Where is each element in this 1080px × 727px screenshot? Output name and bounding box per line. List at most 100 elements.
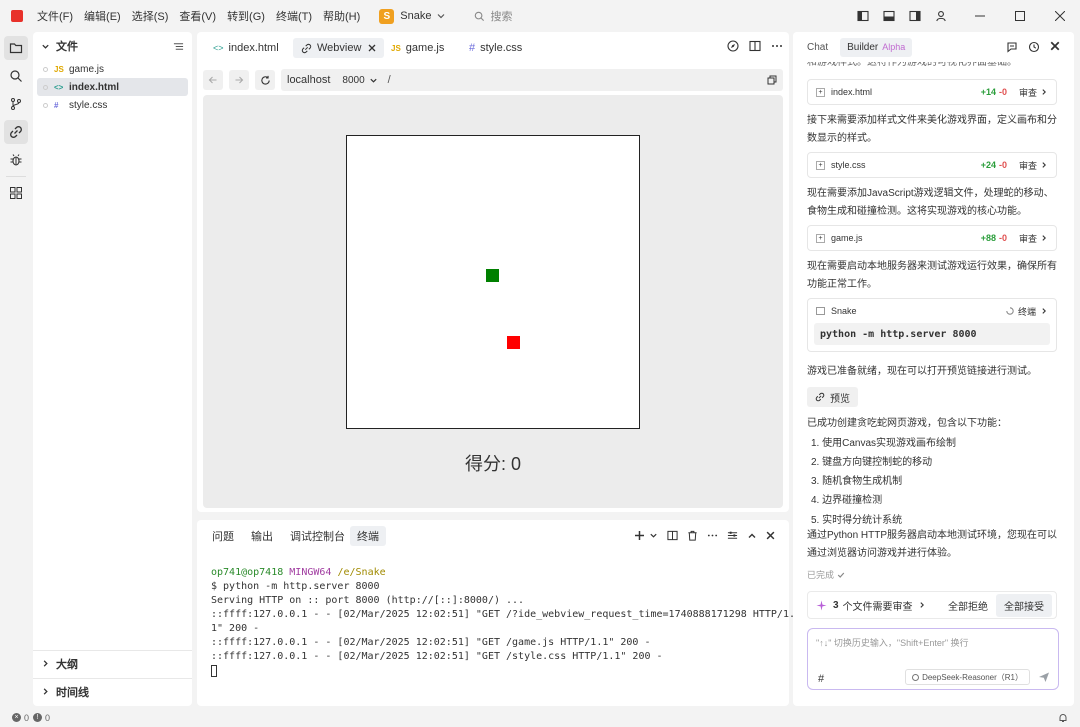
copy-icon[interactable] xyxy=(767,75,777,85)
toggle-sidebar-button[interactable] xyxy=(850,3,876,29)
file-change-card[interactable]: + game.js +88 -0 审查 xyxy=(807,225,1057,251)
model-name: DeepSeek-Reasoner（R1） xyxy=(922,672,1023,682)
chat-text: 已成功创建贪吃蛇网页游戏，包含以下功能： xyxy=(807,418,1007,429)
file-style-css[interactable]: # style.css xyxy=(37,96,188,114)
tab-webview[interactable]: Webview xyxy=(293,38,385,58)
back-button[interactable] xyxy=(203,70,223,90)
url-bar[interactable]: localhost 8000 / xyxy=(281,69,783,91)
menu-edit[interactable]: 编辑(E) xyxy=(84,8,121,24)
close-icon[interactable] xyxy=(368,44,376,52)
url-path[interactable]: / xyxy=(388,74,391,86)
port-select[interactable]: 8000 xyxy=(342,75,364,86)
toggle-panel-button[interactable] xyxy=(876,3,902,29)
window-controls xyxy=(850,0,1080,32)
activity-extensions[interactable] xyxy=(4,181,28,205)
terminal-prompt: op741@op7418 MINGW64 /e/Snake xyxy=(211,567,386,578)
feature-item: 4. 边界碰撞检测 xyxy=(811,495,883,506)
file-change-card[interactable]: + index.html +14 -0 审查 xyxy=(807,79,1057,105)
error-icon[interactable]: × xyxy=(12,713,21,722)
lines-removed: -0 xyxy=(998,160,1007,170)
menu-goto[interactable]: 转到(G) xyxy=(227,8,265,24)
review-text[interactable]: 个文件需要审查 xyxy=(843,598,913,613)
tab-output[interactable]: 输出 xyxy=(244,526,280,546)
maximize-button[interactable] xyxy=(1000,3,1040,29)
chevron-up-icon[interactable] xyxy=(747,531,757,541)
model-selector[interactable]: DeepSeek-Reasoner（R1） xyxy=(905,669,1030,685)
forward-button[interactable] xyxy=(229,70,249,90)
terminal-command-card[interactable]: Snake 终端 python -m http.server 8000 xyxy=(807,298,1057,352)
reload-button[interactable] xyxy=(255,70,275,90)
close-icon[interactable] xyxy=(1050,41,1060,51)
tab-style-css[interactable]: # style.css xyxy=(461,38,530,58)
notification-bell-icon[interactable] xyxy=(1058,713,1068,723)
review-link[interactable]: 审查 xyxy=(1019,159,1037,172)
tab-label: Webview xyxy=(317,42,362,54)
tab-game-js[interactable]: JS game.js xyxy=(383,38,452,58)
menu-terminal[interactable]: 终端(T) xyxy=(276,8,312,24)
file-icon: + xyxy=(816,233,825,243)
webview-content[interactable]: 得分: 0 xyxy=(203,95,783,508)
terminal-line: Serving HTTP on :: port 8000 (http://[::… xyxy=(211,595,525,606)
review-link[interactable]: 审查 xyxy=(1019,86,1037,99)
activity-search[interactable] xyxy=(4,64,28,88)
menu-help[interactable]: 帮助(H) xyxy=(323,8,360,24)
tab-index-html[interactable]: <> index.html xyxy=(205,38,287,58)
activity-debug[interactable] xyxy=(4,148,28,172)
review-link[interactable]: 审查 xyxy=(1019,232,1037,245)
plus-icon[interactable] xyxy=(634,530,645,541)
tab-terminal[interactable]: 终端 xyxy=(350,526,386,546)
warning-icon[interactable]: ! xyxy=(33,713,43,722)
file-index-html[interactable]: <> index.html xyxy=(37,78,188,96)
account-button[interactable] xyxy=(928,3,954,29)
activity-source-control[interactable] xyxy=(4,92,28,116)
explorer-header[interactable]: 文件 xyxy=(33,32,192,60)
activity-explorer[interactable] xyxy=(4,36,28,60)
send-icon[interactable] xyxy=(1038,671,1050,683)
refresh-icon xyxy=(260,75,270,85)
new-chat-icon[interactable] xyxy=(1006,41,1018,53)
collapse-all-icon[interactable] xyxy=(173,41,184,52)
close-icon[interactable] xyxy=(766,531,775,540)
activity-remote[interactable] xyxy=(4,120,28,144)
feature-item: 5. 实时得分统计系统 xyxy=(811,515,903,526)
terminal-icon xyxy=(816,307,825,315)
more-icon[interactable] xyxy=(707,530,718,541)
trash-icon[interactable] xyxy=(687,530,698,541)
preview-button[interactable]: 预览 xyxy=(807,387,858,407)
menu-view[interactable]: 查看(V) xyxy=(179,8,216,24)
menu-select[interactable]: 选择(S) xyxy=(132,8,169,24)
file-game-js[interactable]: JS game.js xyxy=(37,60,188,78)
outline-section[interactable]: 大纲 xyxy=(33,650,192,676)
minimize-button[interactable] xyxy=(960,3,1000,29)
tab-builder[interactable]: Builder Alpha xyxy=(840,37,913,57)
settings-sliders-icon[interactable] xyxy=(727,530,738,541)
close-icon xyxy=(1055,11,1065,21)
search-box[interactable]: 搜索 xyxy=(474,8,512,24)
feature-item: 2. 键盘方向键控制蛇的移动 xyxy=(811,457,933,468)
project-switcher[interactable]: S Snake xyxy=(379,8,446,24)
timeline-section[interactable]: 时间线 xyxy=(33,678,192,704)
activity-bar xyxy=(0,32,32,708)
more-icon[interactable] xyxy=(771,40,783,52)
terminal-output[interactable]: op741@op7418 MINGW64 /e/Snake $ python -… xyxy=(211,566,795,677)
compass-icon[interactable] xyxy=(727,40,739,52)
tab-chat[interactable]: Chat xyxy=(807,42,828,53)
chevron-right-icon xyxy=(1042,235,1046,241)
file-name: index.html xyxy=(69,81,120,93)
split-editor-icon[interactable] xyxy=(749,40,761,52)
chevron-down-icon[interactable] xyxy=(649,531,658,540)
hash-button[interactable]: # xyxy=(818,673,824,685)
split-terminal-icon[interactable] xyxy=(667,530,678,541)
arrow-left-icon xyxy=(208,76,217,84)
tab-debug-console[interactable]: 调试控制台 xyxy=(283,526,352,546)
history-icon[interactable] xyxy=(1028,41,1040,53)
toggle-secondary-sidebar-button[interactable] xyxy=(902,3,928,29)
file-change-card[interactable]: + style.css +24 -0 审查 xyxy=(807,152,1057,178)
close-window-button[interactable] xyxy=(1040,3,1080,29)
chat-input-box[interactable]: "↑↓" 切换历史输入，"Shift+Enter" 换行 # DeepSeek-… xyxy=(807,628,1059,690)
menu-file[interactable]: 文件(F) xyxy=(37,8,73,24)
tab-problems[interactable]: 问题 xyxy=(205,526,241,546)
game-canvas[interactable] xyxy=(346,135,640,429)
reject-all-button[interactable]: 全部拒绝 xyxy=(940,594,996,617)
accept-all-button[interactable]: 全部接受 xyxy=(996,593,1052,617)
